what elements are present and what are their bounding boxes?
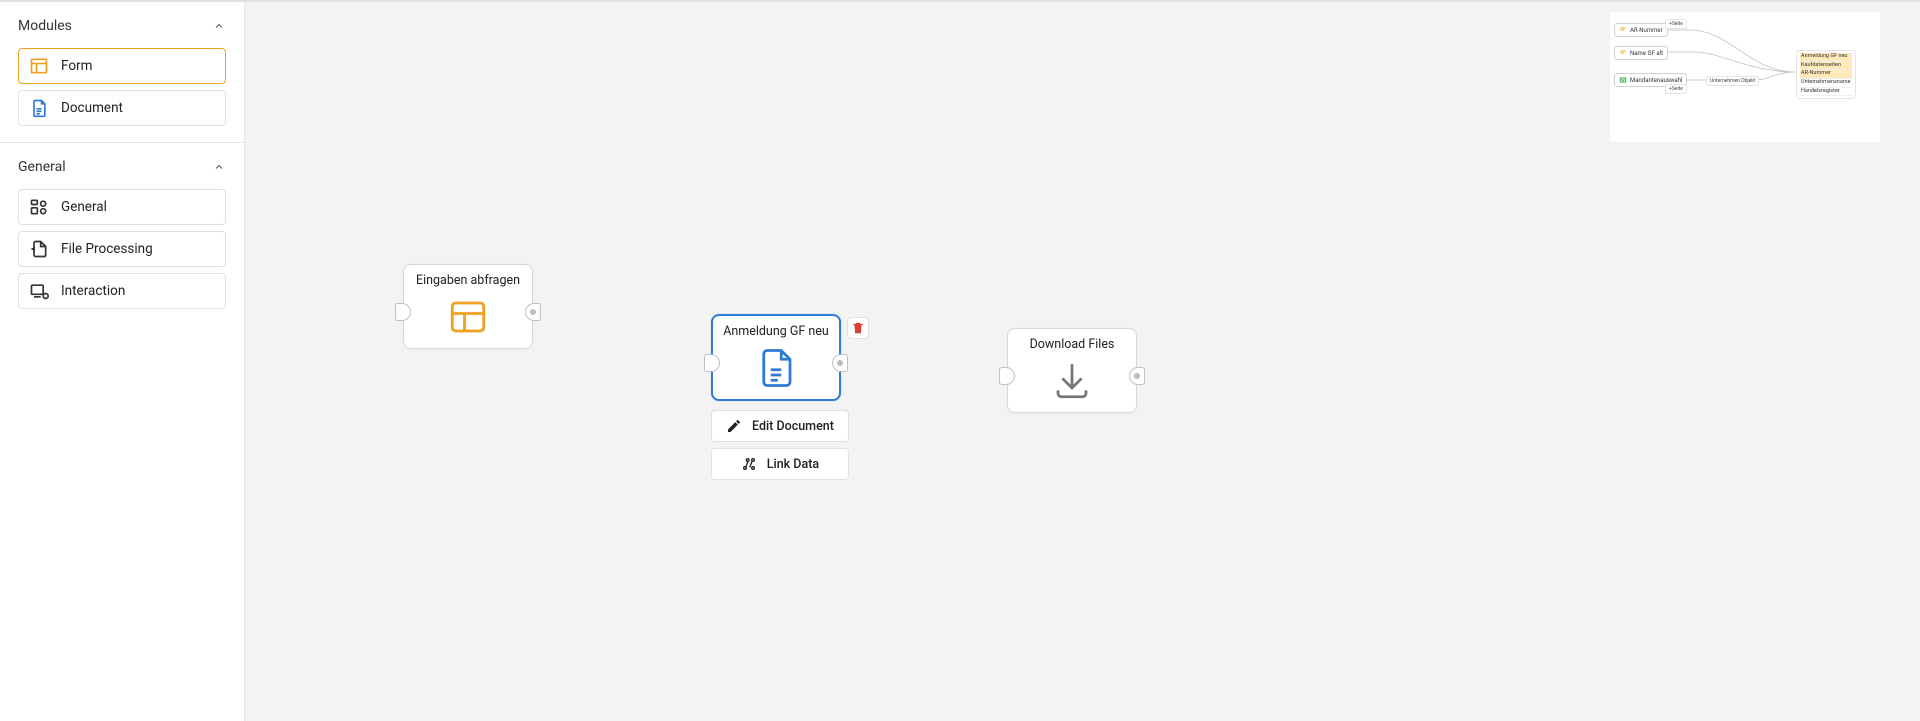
port-out[interactable] <box>832 354 848 372</box>
node-body <box>1008 356 1136 412</box>
palette-item-label: General <box>61 199 107 215</box>
minimap-card-row: Handelsregister <box>1800 88 1852 97</box>
minimap-node: AR-Nummer <box>1614 23 1668 37</box>
minimap-card-row: Kaufdatenseiten <box>1800 62 1852 71</box>
node-download[interactable]: Download Files <box>1007 328 1137 413</box>
minimap-card-row: Anmeldung GF neu <box>1800 53 1852 62</box>
action-label: Edit Document <box>752 419 834 434</box>
sidebar-section-modules: Modules Form <box>0 2 244 143</box>
palette-item-general[interactable]: General <box>18 189 226 225</box>
chevron-up-icon <box>212 160 226 174</box>
section-items-general: General File Processing Interaction <box>0 189 244 315</box>
minimap-pill: +Seite <box>1665 84 1687 94</box>
palette-item-file-processing[interactable]: File Processing <box>18 231 226 267</box>
port-out[interactable] <box>525 303 541 321</box>
node-document[interactable]: Anmeldung GF neu <box>711 314 841 401</box>
minimap[interactable]: AR-Nummer +Seite Name GF alt Mandantenau… <box>1610 12 1880 142</box>
section-header-general[interactable]: General <box>0 143 244 189</box>
section-title: General <box>18 159 66 175</box>
minimap-card-row: Unternehmensname <box>1800 79 1852 88</box>
section-title: Modules <box>18 18 72 34</box>
palette-item-document[interactable]: Document <box>18 90 226 126</box>
sidebar: Modules Form <box>0 2 245 721</box>
minimap-node: Name GF alt <box>1614 46 1668 60</box>
general-icon <box>29 197 49 217</box>
port-out[interactable] <box>1129 367 1145 385</box>
node-actions: Edit Document Link Data <box>711 410 849 480</box>
minimap-card: Anmeldung GF neu Kaufdatenseiten AR-Numm… <box>1796 50 1856 99</box>
section-items-modules: Form Document <box>0 48 244 132</box>
minimap-card-row: AR-Nummer <box>1800 70 1852 79</box>
minimap-pill: +Seite <box>1665 19 1687 29</box>
palette-item-label: File Processing <box>61 241 153 257</box>
node-body <box>713 343 839 399</box>
minimap-pill: Unternehmen Objekt <box>1706 76 1759 86</box>
palette-item-label: Form <box>61 58 92 74</box>
form-icon <box>29 56 49 76</box>
workflow-canvas[interactable]: Eingaben abfragen Anmeldung GF neu Edit <box>245 2 1920 721</box>
sidebar-section-general: General General File Pro <box>0 143 244 325</box>
palette-item-label: Interaction <box>61 283 125 299</box>
node-title: Eingaben abfragen <box>404 265 532 292</box>
node-body <box>404 292 532 348</box>
action-label: Link Data <box>767 457 819 472</box>
minimap-label: Name GF alt <box>1630 50 1663 57</box>
palette-item-interaction[interactable]: Interaction <box>18 273 226 309</box>
palette-item-form[interactable]: Form <box>18 48 226 84</box>
document-icon <box>29 98 49 118</box>
node-form[interactable]: Eingaben abfragen <box>403 264 533 349</box>
interaction-icon <box>29 281 49 301</box>
section-header-modules[interactable]: Modules <box>0 2 244 48</box>
palette-item-label: Document <box>61 100 123 116</box>
chevron-up-icon <box>212 19 226 33</box>
minimap-label: AR-Nummer <box>1630 27 1663 34</box>
node-title: Anmeldung GF neu <box>713 316 839 343</box>
edit-document-button[interactable]: Edit Document <box>711 410 849 442</box>
file-processing-icon <box>29 239 49 259</box>
minimap-label: Mandantenauswahl <box>1630 77 1682 84</box>
link-data-button[interactable]: Link Data <box>711 448 849 480</box>
connectors <box>245 2 545 152</box>
delete-node-button[interactable] <box>847 317 869 339</box>
node-title: Download Files <box>1008 329 1136 356</box>
